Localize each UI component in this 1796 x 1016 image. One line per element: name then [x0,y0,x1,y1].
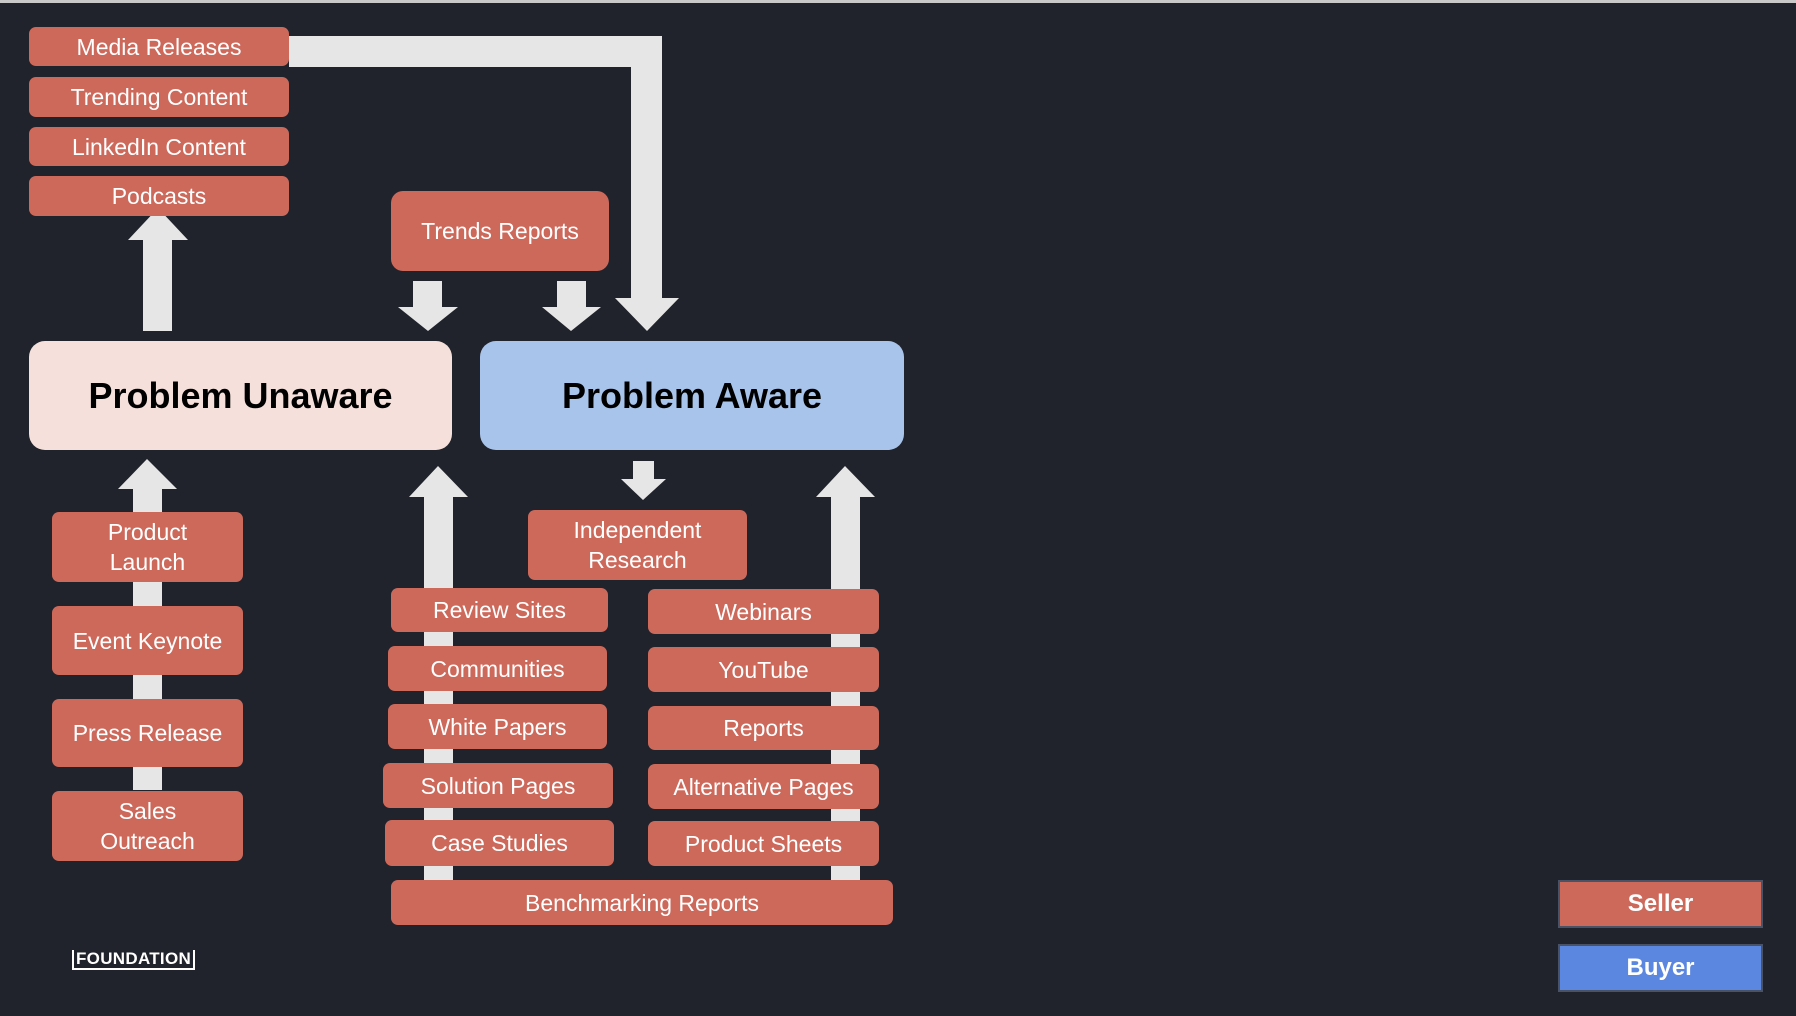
seller-box-alternative-pages: Alternative Pages [648,764,879,809]
down-arrow-trends-to-unaware [398,281,458,331]
elbow-arrow-media-to-aware [289,36,679,331]
seller-box-webinars: Webinars [648,589,879,634]
seller-box-sales-outreach: Sales Outreach [52,791,243,861]
legend-seller: Seller [1558,880,1763,928]
up-arrow-unaware-to-podcasts [128,208,188,331]
seller-box-trends-reports: Trends Reports [391,191,609,271]
seller-box-solution-pages: Solution Pages [383,763,613,808]
seller-box-review-sites: Review Sites [391,588,608,632]
seller-box-product-launch: Product Launch [52,512,243,582]
down-arrow-trends-to-aware [542,281,601,331]
seller-box-youtube: YouTube [648,647,879,692]
seller-box-linkedin-content: LinkedIn Content [29,127,289,166]
seller-box-case-studies: Case Studies [385,820,614,866]
seller-box-press-release: Press Release [52,699,243,767]
seller-box-product-sheets: Product Sheets [648,821,879,866]
seller-box-trending-content: Trending Content [29,77,289,117]
legend-buyer: Buyer [1558,944,1763,992]
up-arrow-left-column-to-unaware [409,466,468,500]
down-arrow-aware-to-research [621,461,666,500]
seller-box-communities: Communities [388,646,607,691]
stage-problem-aware: Problem Aware [480,341,904,450]
seller-box-media-releases: Media Releases [29,27,289,66]
seller-box-white-papers: White Papers [388,704,607,749]
seller-box-podcasts: Podcasts [29,176,289,216]
up-arrow-right-column-to-aware [816,466,875,500]
foundation-logo: FOUNDATION [72,950,196,970]
seller-box-benchmarking-reports: Benchmarking Reports [391,880,893,925]
stage-problem-unaware: Problem Unaware [29,341,452,450]
seller-box-independent-research: Independent Research [528,510,747,580]
seller-box-event-keynote: Event Keynote [52,606,243,675]
up-arrow-inputs-to-unaware [118,459,177,512]
seller-box-reports: Reports [648,706,879,750]
